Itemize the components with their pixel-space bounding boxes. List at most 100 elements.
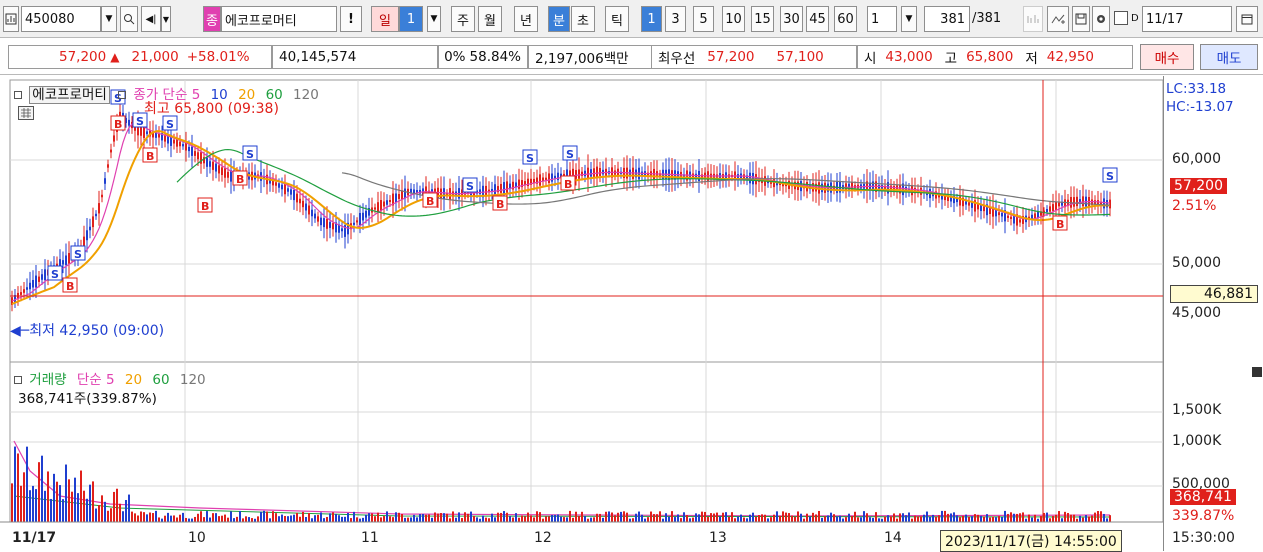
minute-5[interactable]: 5 bbox=[693, 6, 714, 32]
chart-menu-icon[interactable] bbox=[3, 6, 19, 32]
stock-code-input[interactable]: 450080 bbox=[21, 6, 101, 32]
candle-body bbox=[209, 161, 211, 167]
volume-legend-ma-20[interactable]: 20 bbox=[125, 372, 142, 388]
minute-3[interactable]: 3 bbox=[665, 6, 686, 32]
volume-bar bbox=[614, 515, 616, 522]
speaker-icon[interactable]: ◀| bbox=[141, 6, 161, 32]
candle-body bbox=[86, 230, 88, 241]
indicator-add-icon[interactable] bbox=[1047, 6, 1069, 32]
volume-bar bbox=[98, 505, 100, 522]
volume-bar bbox=[719, 516, 721, 522]
low-label: 저 bbox=[1025, 51, 1038, 67]
volume-legend-ma-5[interactable]: 5 bbox=[106, 372, 115, 388]
pane-menu-icon[interactable] bbox=[1252, 367, 1262, 377]
volume-bar bbox=[77, 493, 79, 522]
volume-bar bbox=[320, 512, 322, 522]
volume-bar bbox=[632, 518, 634, 522]
minute-30[interactable]: 30 bbox=[780, 6, 803, 32]
date-checkbox[interactable] bbox=[1114, 11, 1128, 25]
calendar-icon[interactable] bbox=[1236, 6, 1258, 32]
chart-canvas[interactable]: BBBBBB BBBSSSS SSSS SS bbox=[0, 76, 1263, 551]
date-checkbox-label: D bbox=[1131, 13, 1139, 24]
speaker-dropdown-icon[interactable]: ▼ bbox=[161, 6, 171, 32]
save-icon[interactable] bbox=[1072, 6, 1090, 32]
volume-bar bbox=[884, 516, 886, 522]
tab-daily[interactable]: 일 bbox=[371, 6, 399, 32]
daily-count-dropdown-icon[interactable]: ▼ bbox=[427, 6, 441, 32]
volume-bar bbox=[65, 464, 67, 522]
signal-letter: S bbox=[51, 268, 59, 281]
volume-bar bbox=[815, 514, 817, 522]
candle-body bbox=[107, 164, 109, 168]
tab-weekly[interactable]: 주 bbox=[451, 6, 475, 32]
minute-45[interactable]: 45 bbox=[806, 6, 829, 32]
minute-60[interactable]: 60 bbox=[834, 6, 857, 32]
candle-body bbox=[65, 255, 67, 266]
volume-legend-ma-60[interactable]: 60 bbox=[152, 372, 169, 388]
volume-bar bbox=[380, 517, 382, 522]
stock-name-field[interactable]: 에코프로머티 bbox=[221, 6, 337, 32]
volume-bar bbox=[1097, 511, 1099, 522]
volume-bar bbox=[572, 517, 574, 522]
minute-1[interactable]: 1 bbox=[641, 6, 662, 32]
volume-bar bbox=[263, 510, 265, 522]
tab-yearly[interactable]: 년 bbox=[514, 6, 538, 32]
volume-legend-series[interactable]: 단순 bbox=[77, 372, 102, 388]
legend-stock-name[interactable]: 에코프로머티 bbox=[29, 86, 110, 104]
volume-bar bbox=[536, 511, 538, 522]
volume-bar bbox=[1094, 512, 1096, 522]
candle-body bbox=[38, 276, 40, 282]
compare-icon[interactable] bbox=[1023, 6, 1043, 32]
volume-bar bbox=[935, 516, 937, 522]
current-price-tag: 57,200 bbox=[1170, 178, 1227, 194]
legend-ma-120[interactable]: 120 bbox=[293, 87, 319, 103]
interval-input[interactable]: 1 bbox=[867, 6, 897, 32]
candle-body bbox=[308, 205, 310, 215]
volume-bar bbox=[743, 517, 745, 522]
gear-icon[interactable] bbox=[1092, 6, 1110, 32]
volume-legend-ma-120[interactable]: 120 bbox=[180, 372, 206, 388]
volume-bar bbox=[728, 516, 730, 522]
minute-10[interactable]: 10 bbox=[722, 6, 745, 32]
alert-button[interactable]: ! bbox=[340, 6, 362, 32]
candle-body bbox=[221, 167, 223, 176]
volume-bar bbox=[557, 514, 559, 522]
volume-bar bbox=[788, 513, 790, 522]
volume-bar bbox=[956, 515, 958, 522]
ratio-cell: 0% 58.84% bbox=[438, 45, 528, 69]
volume-bar bbox=[389, 516, 391, 522]
tab-monthly[interactable]: 월 bbox=[478, 6, 502, 32]
volume-bar bbox=[347, 513, 349, 522]
bar-count-input[interactable]: 381 bbox=[924, 6, 970, 32]
candle-body bbox=[302, 200, 304, 208]
search-icon[interactable] bbox=[120, 6, 138, 32]
candle-body bbox=[365, 210, 367, 218]
sell-button[interactable]: 매도 bbox=[1200, 44, 1258, 70]
volume-bar bbox=[170, 515, 172, 522]
signal-letter: S bbox=[136, 115, 144, 128]
candle-body bbox=[1058, 202, 1060, 207]
date-input[interactable]: 11/17 bbox=[1142, 6, 1232, 32]
candle-body bbox=[98, 203, 100, 214]
volume-legend-name[interactable]: 거래량 bbox=[29, 372, 66, 388]
daily-count-field[interactable]: 1 bbox=[399, 6, 423, 32]
candle-body bbox=[449, 188, 451, 200]
legend-square-icon[interactable] bbox=[14, 91, 22, 99]
buy-button[interactable]: 매수 bbox=[1140, 44, 1194, 70]
minute-15[interactable]: 15 bbox=[751, 6, 774, 32]
tab-second[interactable]: 초 bbox=[571, 6, 595, 32]
volume-bar bbox=[854, 511, 856, 522]
tab-minute[interactable]: 분 bbox=[548, 6, 570, 32]
volume-bar bbox=[830, 512, 832, 522]
volume-bar bbox=[173, 515, 175, 522]
volume-bar bbox=[107, 510, 109, 522]
candle-body bbox=[1019, 219, 1021, 223]
chart-area[interactable]: BBBBBBBBBSSSSSSSSSS 에코프로머티 종가 단순 5 10 20… bbox=[0, 76, 1263, 552]
candle-body bbox=[443, 188, 445, 199]
volume-bar bbox=[371, 513, 373, 522]
price-scale[interactable]: LC:33.18 HC:-13.07 60,000 57,200 2.51% 5… bbox=[1163, 76, 1263, 551]
interval-dropdown-icon[interactable]: ▼ bbox=[901, 6, 917, 32]
tab-tick[interactable]: 틱 bbox=[605, 6, 629, 32]
code-dropdown-icon[interactable]: ▼ bbox=[101, 6, 117, 32]
table-icon[interactable] bbox=[18, 106, 34, 120]
